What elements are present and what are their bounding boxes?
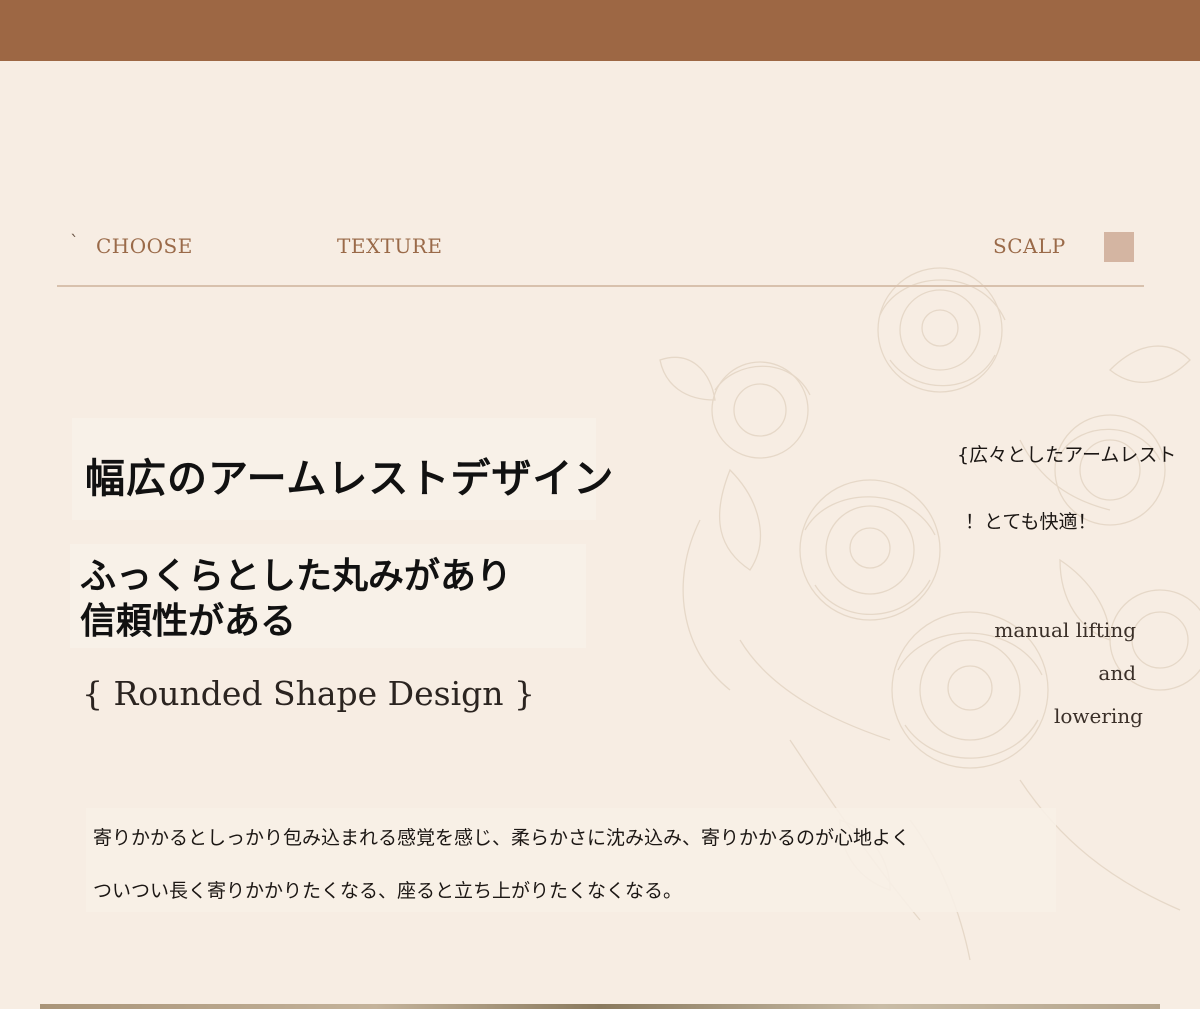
side-en-line-2: and [1098,661,1136,685]
subtitle-line-2: 信頼性がある [80,601,297,642]
side-note-armrest: {広々としたアームレスト [957,444,1177,466]
subtitle-line-1: ふっくらとした丸みがあり [80,556,513,597]
nav-divider [57,285,1144,287]
body-text-line-1: 寄りかかるとしっかり包み込まれる感覚を感じ、柔らかさに沈み込み、寄りかかるのが心… [93,827,911,849]
body-text-line-2: ついつい長く寄りかかりたくなる、座ると立ち上がりたくなくなる。 [93,880,683,902]
side-note-comfort: ！とても快適！ [965,511,1097,533]
bottom-image-edge [40,1004,1160,1009]
top-header-bar [0,0,1200,61]
nav-square-button[interactable] [1104,232,1134,262]
nav-item-choose[interactable]: CHOOSE [96,234,193,258]
nav-item-scalp[interactable]: SCALP [993,234,1066,258]
page-subtitle: ふっくらとした丸みがあり 信頼性がある [80,554,512,644]
category-nav: ` CHOOSE TEXTURE SCALP [0,230,1200,266]
nav-item-texture[interactable]: TEXTURE [337,234,443,258]
english-title: { Rounded Shape Design } [82,674,535,713]
nav-tick-mark: ` [70,232,79,253]
side-en-line-1: manual lifting [994,618,1136,642]
page-title: 幅広のアームレストデザイン [85,456,615,502]
side-en-line-3: lowering [1053,704,1143,728]
